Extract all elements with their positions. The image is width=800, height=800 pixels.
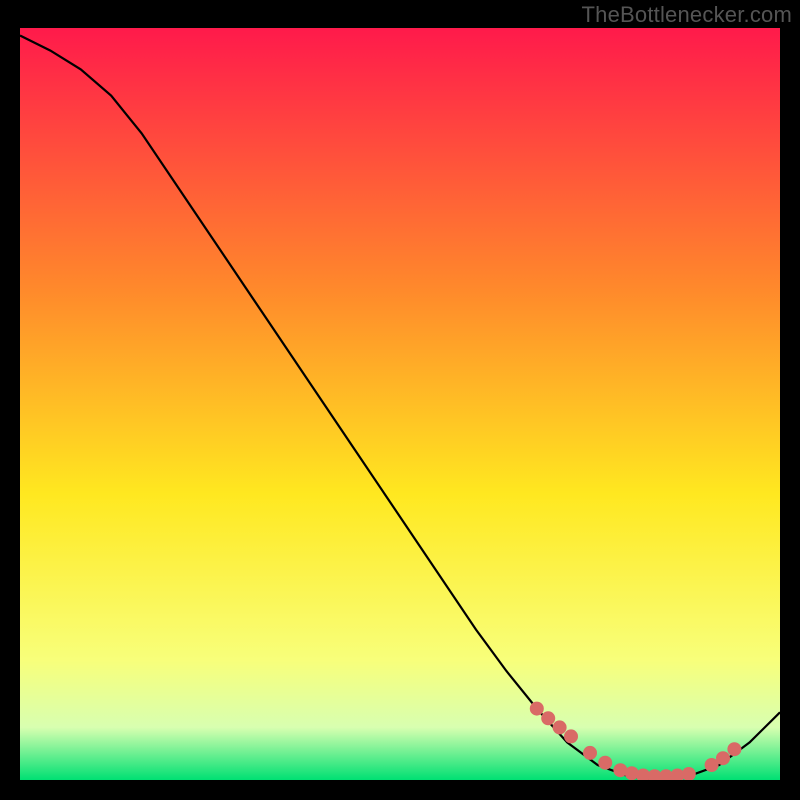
curve-marker (716, 751, 730, 765)
plot-area (20, 28, 780, 780)
gradient-background (20, 28, 780, 780)
curve-marker (564, 729, 578, 743)
chart-container: TheBottlenecker.com (0, 0, 800, 800)
curve-marker (530, 702, 544, 716)
curve-marker (553, 720, 567, 734)
curve-marker (541, 711, 555, 725)
attribution-label: TheBottlenecker.com (582, 2, 792, 28)
curve-marker (598, 756, 612, 770)
curve-marker (727, 742, 741, 756)
chart-svg (20, 28, 780, 780)
curve-marker (583, 746, 597, 760)
